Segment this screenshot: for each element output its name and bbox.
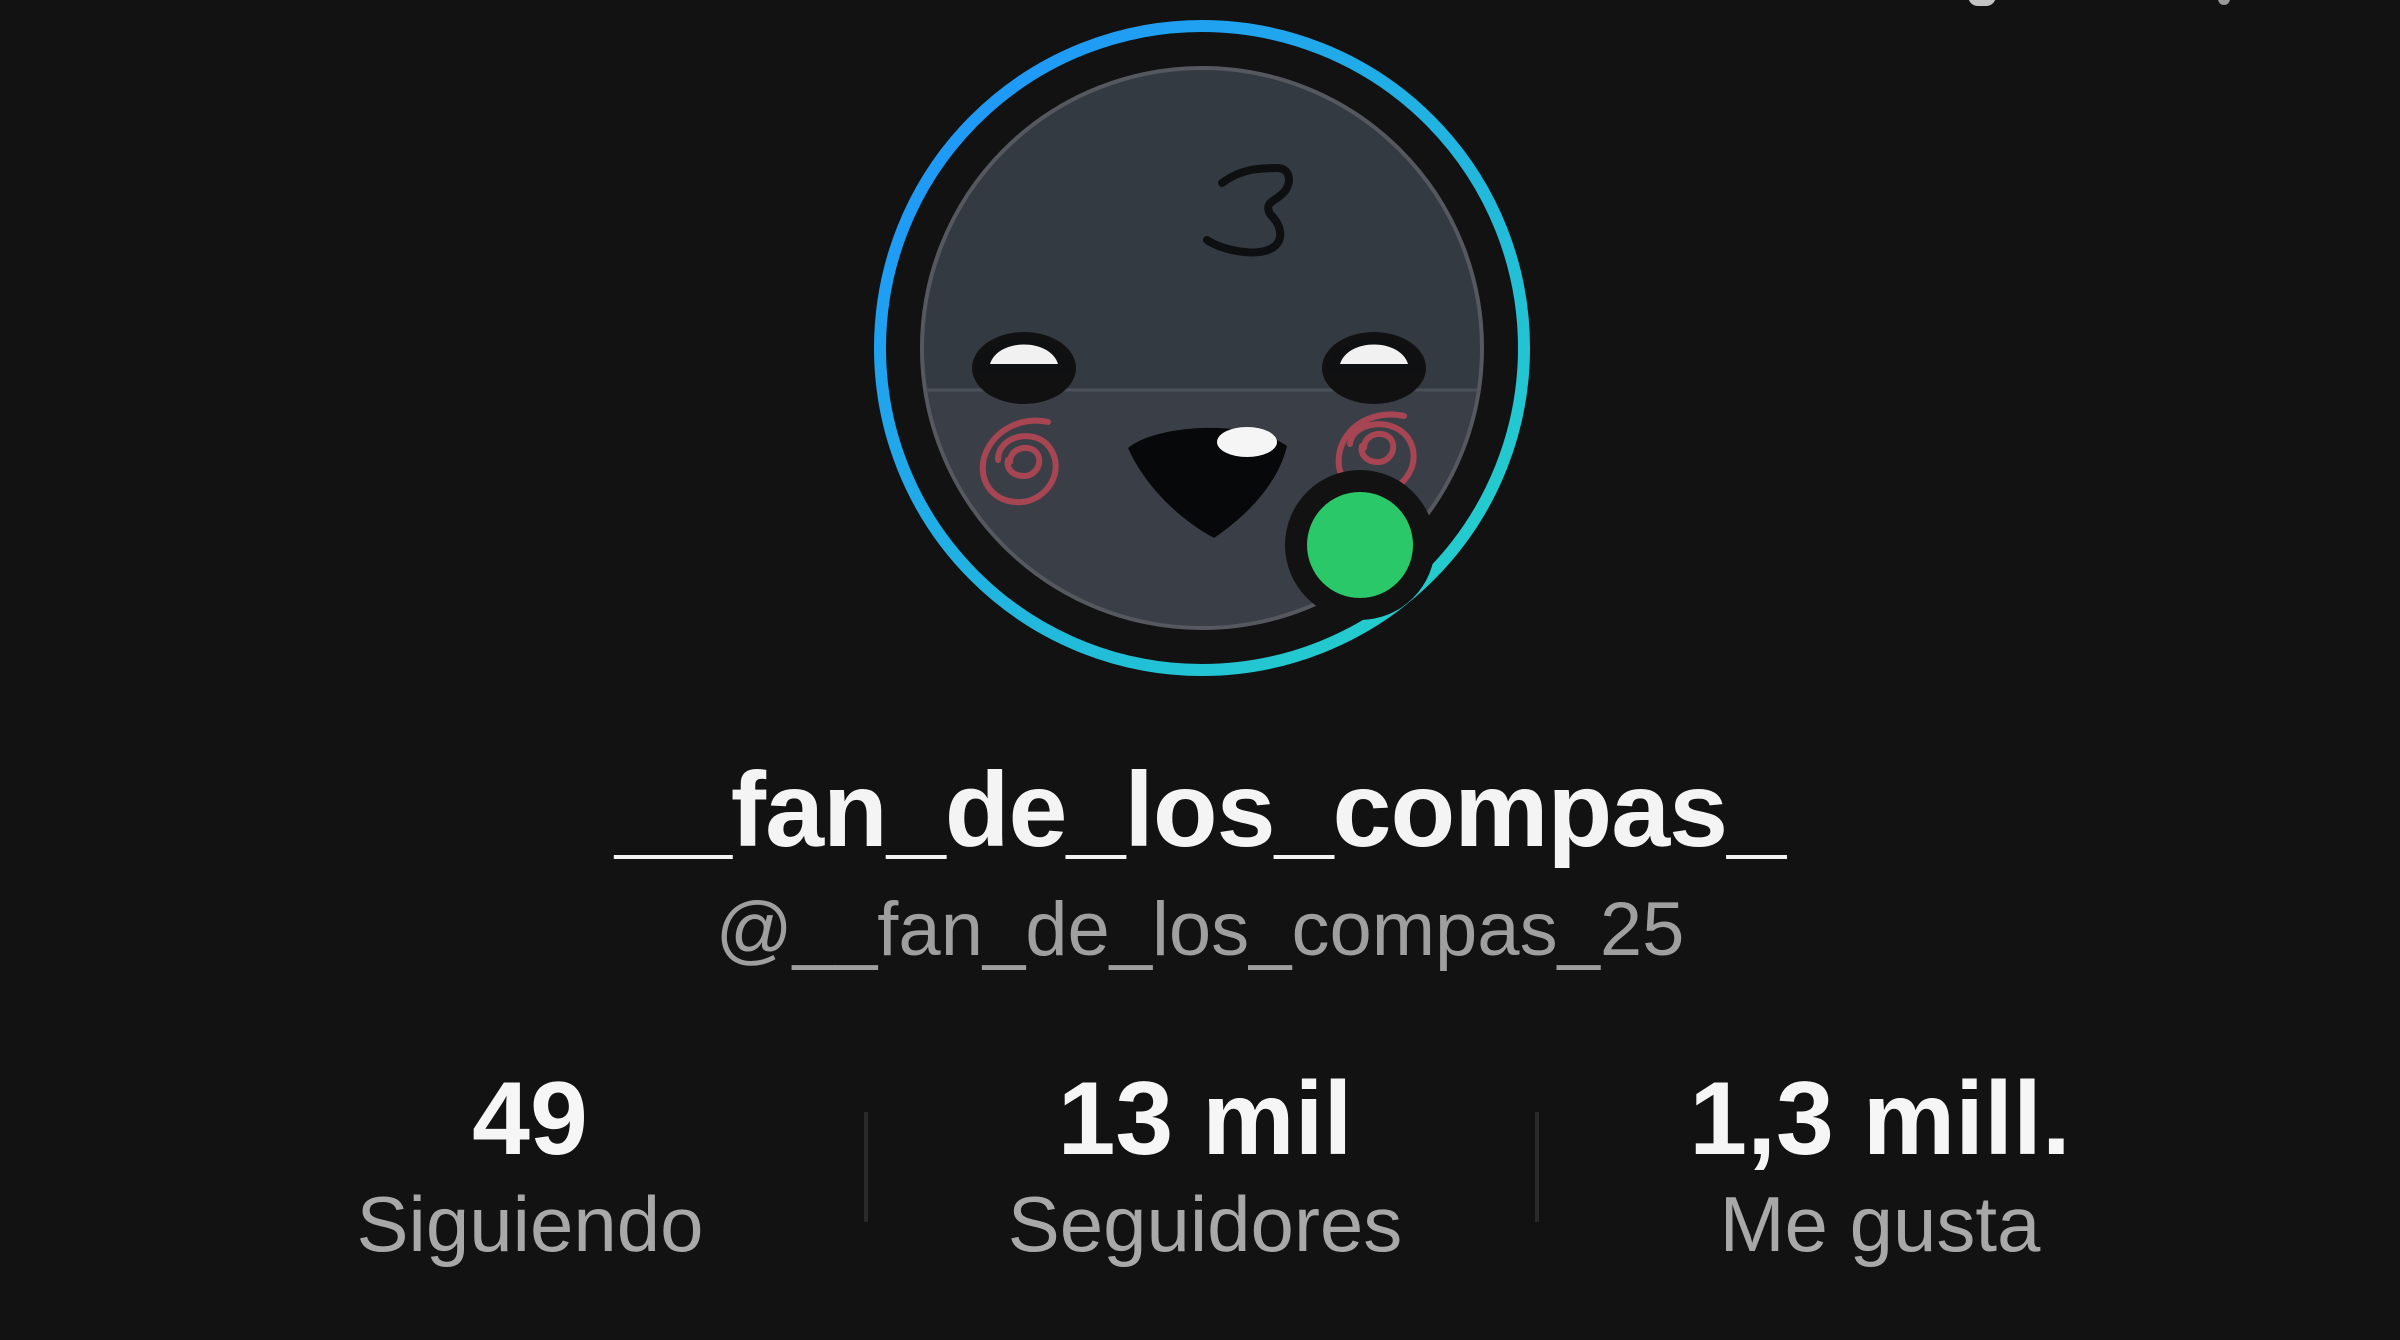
stats-divider — [864, 1112, 868, 1222]
followers-count: 13 mil — [1057, 1061, 1353, 1177]
top-edge-icon-fragment — [1968, 0, 1996, 6]
following-count: 49 — [472, 1061, 588, 1177]
following-label: Siguiendo — [356, 1180, 704, 1268]
profile-avatar[interactable] — [872, 18, 1532, 678]
profile-stats: 49 Siguiendo 13 mil Seguidores 1,3 mill.… — [0, 1060, 2400, 1280]
profile-display-name: __fan_de_los_compas_ — [614, 751, 1786, 869]
followers-label: Seguidores — [1007, 1180, 1403, 1268]
profile-handle: @__fan_de_los_compas_25 — [715, 887, 1685, 972]
likes-count: 1,3 mill. — [1689, 1061, 2071, 1177]
kawaii-face-avatar-icon — [872, 18, 1532, 678]
likes-label: Me gusta — [1719, 1180, 2041, 1268]
top-edge-icon-fragment-small — [2218, 0, 2230, 5]
followers-stat[interactable]: 13 mil Seguidores — [895, 1060, 1515, 1270]
likes-stat[interactable]: 1,3 mill. Me gusta — [1570, 1060, 2190, 1270]
online-status-dot-icon — [1285, 470, 1435, 620]
profile-page: __fan_de_los_compas_ @__fan_de_los_compa… — [0, 0, 2400, 1340]
following-stat[interactable]: 49 Siguiendo — [220, 1060, 840, 1270]
stats-divider — [1535, 1112, 1539, 1222]
